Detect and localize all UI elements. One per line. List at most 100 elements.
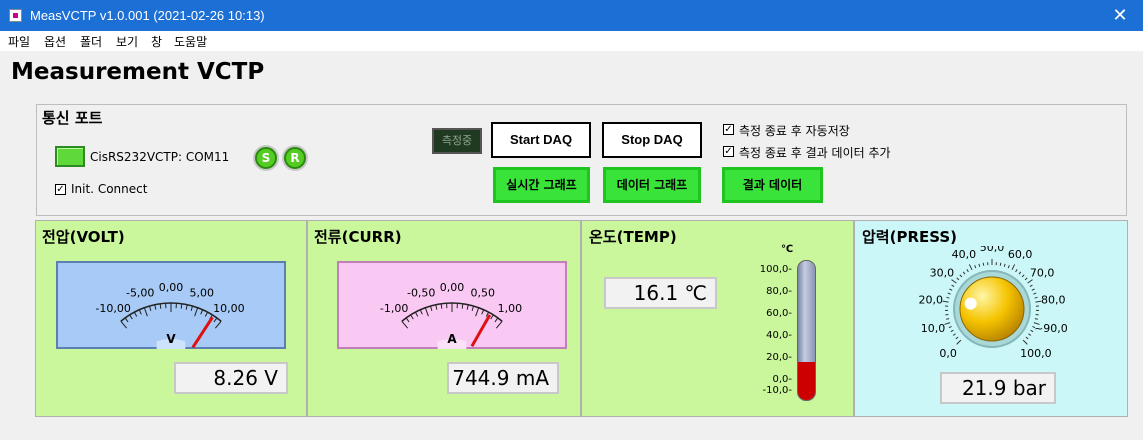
press-tick-mark [1033,292,1037,295]
curr-tick-label: -1,00 [380,302,408,315]
thermometer-tick-label: 40,0- [766,330,792,341]
press-tick-mark [1007,265,1010,269]
press-tick-mark [966,269,969,273]
press-tick-mark [962,271,966,275]
stop-daq-button[interactable]: Stop DAQ [602,122,702,158]
press-tick-mark [942,300,949,303]
press-tick-mark [948,326,952,329]
init-connect-label: Init. Connect [71,182,148,196]
press-tick-mark [1034,296,1038,299]
press-tick-label: 50,0 [980,246,1005,254]
curr-meter: -1,00 -0,50 0,00 0,50 1,00 A [337,261,567,349]
press-tick-mark [999,262,1002,266]
volt-unit: V [166,332,176,346]
press-tick-mark [1015,269,1018,273]
thermometer-tick-label: 0,0- [772,374,792,385]
press-tick-mark [949,288,953,291]
app-icon [9,9,22,22]
press-tick-label: 10,0 [921,322,946,335]
volt-meter: -10,00 -5,00 0,00 5,00 10,00 V [56,261,286,349]
append-result-checkbox[interactable]: ✓ [723,146,734,157]
thermometer-tick-label: 20,0- [766,352,792,363]
press-tick-label: ~90,0 [1034,322,1068,335]
volt-tick-mark [159,303,162,309]
curr-tick-mark [461,303,464,309]
press-tick-mark [950,329,954,333]
thermometer-tick-label: 100,0- [759,264,792,275]
press-title: 압력(PRESS) [862,228,958,246]
press-tick-mark [952,333,956,336]
autosave-label: 측정 종료 후 자동저장 [739,124,850,138]
window-title: MeasVCTP v1.0.001 (2021-02-26 10:13) [30,8,265,23]
press-tick-mark [956,277,960,281]
menu-view[interactable]: 보기 [116,33,138,50]
press-tick-mark [951,279,957,284]
menu-options[interactable]: 옵션 [44,33,66,50]
temp-readout: 16.1 ℃ [604,277,717,309]
start-daq-button[interactable]: Start DAQ [491,122,591,158]
thermometer-fill [798,362,815,400]
press-tick-label: 0,0 [939,347,957,360]
port-name: CisRS232VCTP: COM11 [90,150,230,164]
press-tick-mark [1024,277,1028,281]
press-tick-label: 30,0 [930,267,955,280]
curr-title: 전류(CURR) [314,228,402,246]
comm-port-label: 통신 포트 [42,109,103,127]
close-button[interactable]: ✕ [1097,0,1143,31]
press-tick-label: 20,0 [919,293,944,306]
press-tick-mark [982,262,985,266]
press-tick-mark [1030,329,1034,333]
press-tick-label: 60,0 [1008,248,1033,261]
realtime-graph-button[interactable]: 실시간 그래프 [493,167,590,203]
temp-title: 온도(TEMP) [589,228,677,246]
press-tick-mark [1027,279,1033,284]
press-tick-mark [946,296,950,299]
receive-led-icon: R [284,147,306,169]
thermometer-tick-label: 80,0- [766,286,792,297]
press-tick-mark [1018,271,1022,275]
press-tick-mark [944,322,951,325]
result-data-button[interactable]: 결과 데이터 [722,167,823,203]
data-graph-button[interactable]: 데이터 그래프 [603,167,701,203]
press-tick-mark [947,292,951,295]
title-bar: MeasVCTP v1.0.001 (2021-02-26 10:13) ✕ [0,0,1143,31]
thermometer-tick-label: -10,0- [762,385,792,396]
send-led-icon: S [255,147,277,169]
temp-unit: ℃ [781,244,794,255]
curr-tick-label: 0,50 [471,286,496,299]
autosave-checkbox[interactable]: ✓ [723,124,734,135]
menu-help[interactable]: 도움말 [174,33,207,50]
press-tick-mark [956,339,962,345]
press-tick-mark [1003,263,1006,267]
press-tick-mark [951,284,955,288]
press-tick-label: 100,0 [1020,347,1051,360]
volt-title: 전압(VOLT) [42,228,125,246]
press-tick-mark [1025,336,1029,340]
press-tick-mark [955,336,959,340]
press-tick-mark [974,265,977,269]
press-tick-label: 70,0 [1030,267,1055,280]
press-knob-indicator [964,297,977,310]
volt-tick-label: 5,00 [190,286,215,299]
curr-unit: A [447,332,457,346]
volt-tick-mark [180,303,183,309]
volt-tick-label: 10,00 [213,302,245,315]
press-tick-mark [1031,288,1035,291]
press-tick-mark [1029,284,1033,288]
menu-folder[interactable]: 폴더 [80,33,102,50]
press-tick-mark [978,263,981,267]
press-tick-mark [968,264,973,271]
menu-file[interactable]: 파일 [8,33,30,50]
page-title: Measurement VCTP [11,59,265,85]
curr-tick-label: -0,50 [407,286,435,299]
curr-tick-mark [440,303,443,309]
press-tick-mark [1034,318,1038,320]
init-connect-checkbox[interactable]: ✓ [55,184,66,195]
append-result-label: 측정 종료 후 결과 데이터 추가 [739,146,891,160]
volt-tick-label: -5,00 [126,286,154,299]
volt-readout: 8.26 V [174,362,288,394]
press-tick-mark [959,274,963,278]
menu-window[interactable]: 창 [151,33,162,50]
thermometer-tick-label: 60,0- [766,308,792,319]
press-tick-mark [1028,333,1032,336]
